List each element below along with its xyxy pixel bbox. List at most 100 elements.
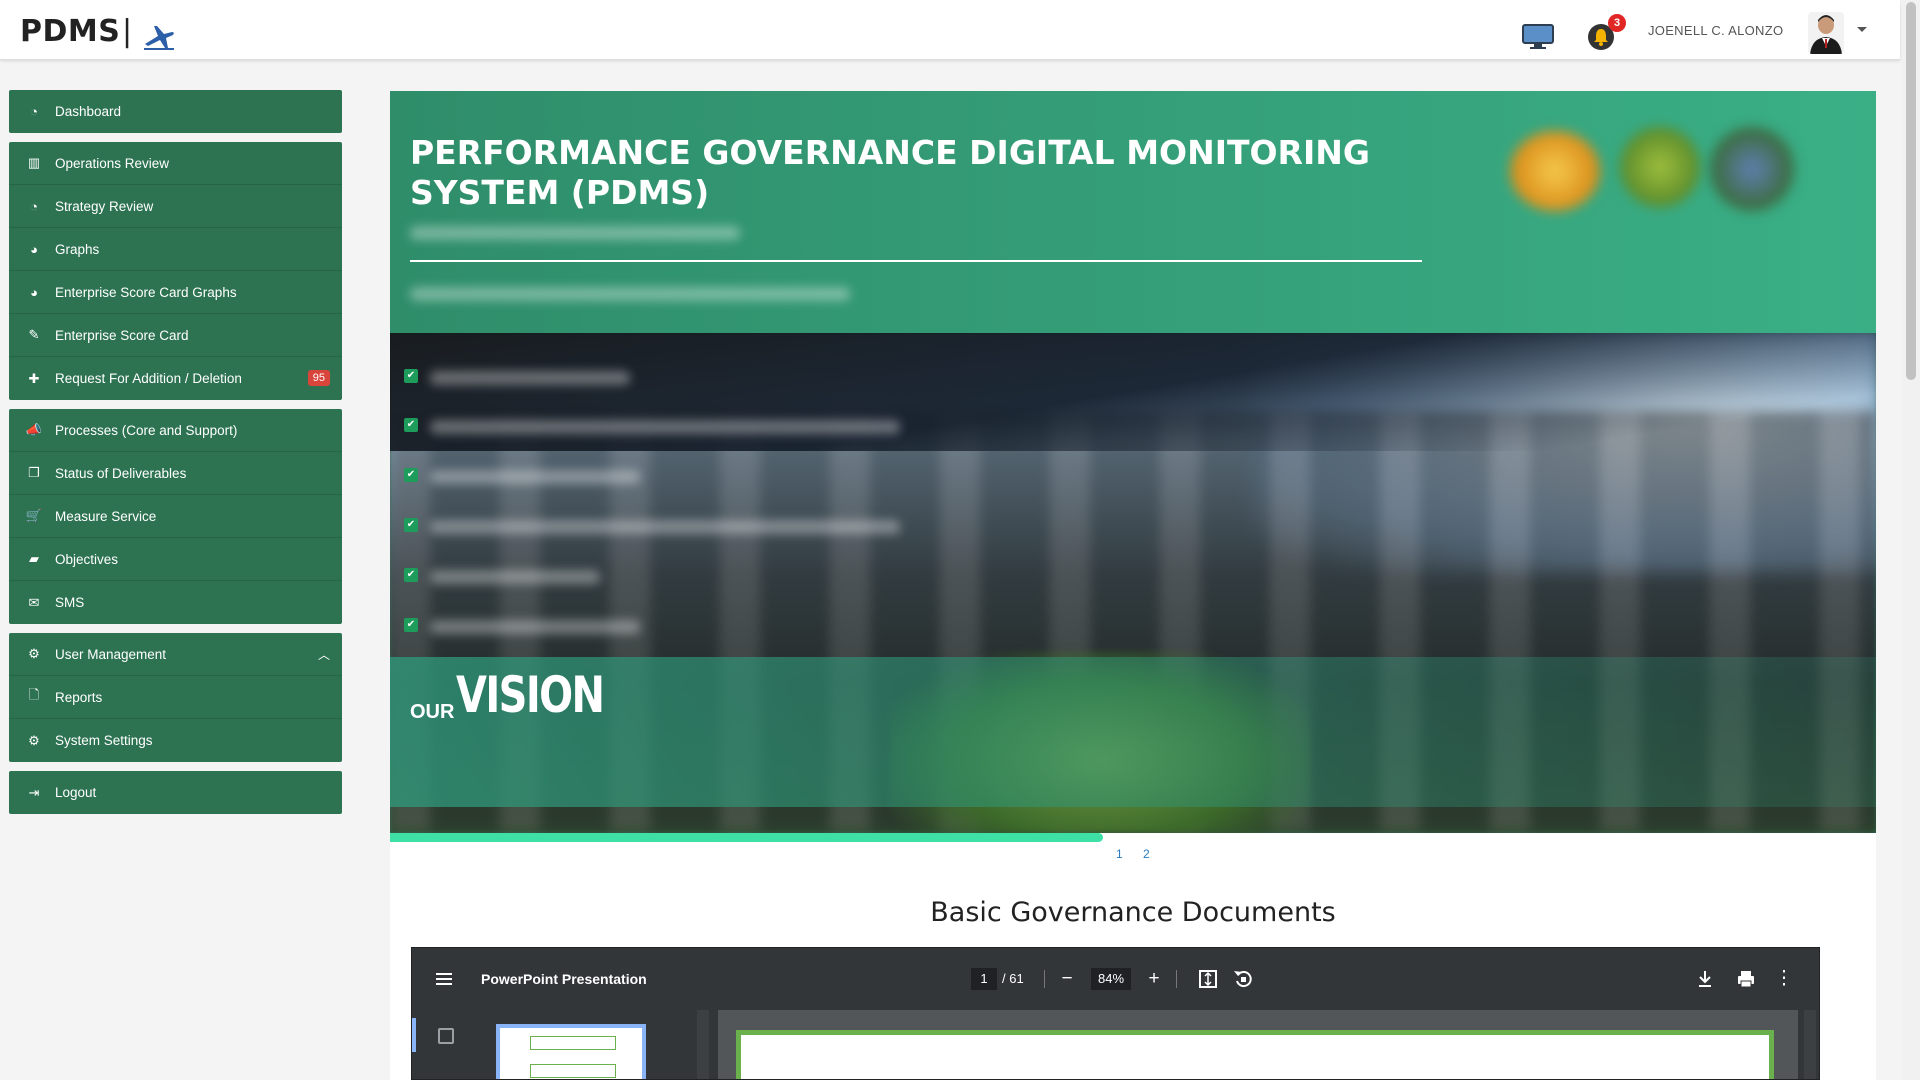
- pdf-document-title: PowerPoint Presentation: [481, 971, 647, 987]
- carousel-page-2[interactable]: 2: [1143, 847, 1150, 861]
- zoom-out-button[interactable]: −: [1054, 966, 1080, 992]
- blurred-line: [430, 420, 900, 434]
- blurred-line: [430, 520, 900, 534]
- sidebar-item-label: Request For Addition / Deletion: [55, 371, 242, 386]
- sidebar-item-user-management[interactable]: ⚙ User Management ︿: [9, 633, 342, 676]
- sidebar-item-label: Operations Review: [55, 155, 170, 171]
- sidebar-item-label: Graphs: [55, 241, 100, 257]
- brand-name[interactable]: PDMS: [20, 14, 120, 49]
- page-scrollbar-thumb[interactable]: [1906, 2, 1916, 380]
- sidebar-item-label: Objectives: [55, 551, 119, 567]
- sidebar-item-reports[interactable]: 🗋 Reports: [9, 676, 342, 719]
- checkbox-icon: ✔: [404, 568, 418, 582]
- sidebar-item-label: System Settings: [55, 733, 153, 748]
- toolbar-divider: [1176, 970, 1177, 988]
- notification-count-badge: 3: [1608, 14, 1626, 32]
- user-avatar[interactable]: [1808, 12, 1844, 54]
- carousel-page-1[interactable]: 1: [1116, 847, 1123, 861]
- gear-icon: ⚙: [28, 732, 40, 748]
- rotate-icon[interactable]: [1230, 966, 1256, 992]
- vision-prefix: OUR: [410, 701, 455, 723]
- chevron-up-icon[interactable]: ︿: [318, 646, 330, 663]
- sidebar-item-label: Measure Service: [55, 508, 157, 524]
- sidebar-item-label: Enterprise Score Card: [55, 327, 189, 343]
- sidebar-item-request-addition-deletion[interactable]: ✚ Request For Addition / Deletion 95: [9, 357, 342, 400]
- sidebar-item-objectives[interactable]: ▰ Objectives: [9, 538, 342, 581]
- sidebar-item-strategy-review[interactable]: ◔ Strategy Review: [9, 185, 342, 228]
- banner-title: PERFORMANCE GOVERNANCE DIGITAL MONITORIN…: [410, 133, 1370, 212]
- sidebar-item-sms[interactable]: ✉ SMS: [9, 581, 342, 624]
- thumbnail-content-box: [530, 1064, 616, 1078]
- sidebar-item-enterprise-score-card-graphs[interactable]: ◕ Enterprise Score Card Graphs: [9, 271, 342, 314]
- top-navbar: PDMS | 3 JOENELL C. ALONZO: [0, 0, 1900, 60]
- desktop-monitor-icon[interactable]: [1522, 24, 1554, 50]
- sidebar-item-system-settings[interactable]: ⚙ System Settings: [9, 719, 342, 762]
- checkbox-icon: ✔: [404, 518, 418, 532]
- toolbar-divider: [1044, 970, 1045, 988]
- dashboard-icon: ◔: [30, 104, 38, 119]
- sidebar-item-operations-review[interactable]: ▥ Operations Review: [9, 142, 342, 185]
- user-menu-caret-icon[interactable]: [1857, 27, 1867, 32]
- dashboard-icon: ◔: [30, 198, 38, 214]
- nav-group-processes: 📣 Processes (Core and Support) ❐ Status …: [9, 409, 342, 624]
- thumbnail-view-indicator: [412, 1018, 416, 1052]
- fit-to-page-icon[interactable]: [1195, 966, 1221, 992]
- sidebar-item-status-of-deliverables[interactable]: ❐ Status of Deliverables: [9, 452, 342, 495]
- nav-group-admin: ⚙ User Management ︿ 🗋 Reports ⚙ System S…: [9, 633, 342, 762]
- page-thumbnail-1[interactable]: [496, 1024, 646, 1079]
- pie-chart-icon: ◕: [30, 284, 38, 300]
- nav-group-reviews: ▥ Operations Review ◔ Strategy Review ◕ …: [9, 142, 342, 400]
- thumbnail-view-icon[interactable]: [438, 1028, 454, 1044]
- hamburger-menu-icon[interactable]: [436, 973, 452, 985]
- sidebar-item-measure-service[interactable]: 🛒 Measure Service: [9, 495, 342, 538]
- hero-carousel-slide[interactable]: PERFORMANCE GOVERNANCE DIGITAL MONITORIN…: [390, 91, 1876, 833]
- sidebar-item-label: Processes (Core and Support): [55, 422, 238, 438]
- airplane-logo-icon: [144, 26, 174, 50]
- sidebar-item-label: Enterprise Score Card Graphs: [55, 284, 237, 300]
- sidebar-item-enterprise-score-card[interactable]: ✎ Enterprise Score Card: [9, 314, 342, 357]
- gear-icon: ⚙: [28, 646, 40, 661]
- zoom-level-input[interactable]: 84%: [1091, 968, 1131, 990]
- envelope-icon: ✉: [28, 594, 40, 610]
- thumbnail-content-box: [530, 1036, 616, 1050]
- edit-icon: ✎: [28, 327, 40, 342]
- book-icon: ▰: [29, 551, 39, 566]
- sidebar-item-graphs[interactable]: ◕ Graphs: [9, 228, 342, 271]
- bar-chart-icon: ▥: [27, 155, 41, 170]
- blurred-subtitle: [410, 226, 740, 240]
- slide-progress-bar: [390, 833, 1103, 842]
- brand-separator: |: [122, 14, 133, 49]
- sidebar-item-label: Logout: [55, 785, 97, 800]
- sidebar-item-label: Strategy Review: [55, 198, 154, 214]
- section-title: Basic Governance Documents: [930, 897, 1336, 928]
- sidebar-item-processes[interactable]: 📣 Processes (Core and Support): [9, 409, 342, 452]
- user-name[interactable]: JOENELL C. ALONZO: [1648, 23, 1783, 38]
- zoom-in-button[interactable]: +: [1141, 966, 1167, 992]
- more-options-icon[interactable]: ⋮: [1771, 966, 1797, 992]
- checkbox-icon: ✔: [404, 618, 418, 632]
- thumbnail-scrollbar[interactable]: [697, 1010, 709, 1079]
- pdf-viewer[interactable]: PowerPoint Presentation 1 / 61 − 84% + ⋮: [411, 947, 1820, 1080]
- page-number-input[interactable]: 1: [971, 968, 997, 990]
- pdf-scrollbar[interactable]: [1804, 1010, 1816, 1079]
- pdf-toolbar: PowerPoint Presentation 1 / 61 − 84% + ⋮: [412, 948, 1819, 1010]
- checkbox-icon: ✔: [404, 468, 418, 482]
- sign-out-icon: ⇥: [28, 784, 40, 800]
- sidebar-item-label: Status of Deliverables: [55, 465, 187, 481]
- page-total: / 61: [1002, 971, 1024, 986]
- bell-icon: [1594, 29, 1608, 46]
- blurred-caption: [410, 287, 850, 301]
- logo-seal-3: [1710, 127, 1794, 211]
- bullhorn-icon: 📣: [25, 422, 43, 437]
- vision-band: [390, 657, 1876, 807]
- sidebar-item-logout[interactable]: ⇥ Logout: [9, 771, 342, 814]
- download-icon[interactable]: [1692, 966, 1718, 992]
- nav-group-main: ◔ Dashboard: [9, 90, 342, 133]
- checkbox-icon: ✔: [404, 369, 418, 383]
- checkbox-icon: ✔: [404, 418, 418, 432]
- print-icon[interactable]: [1733, 966, 1759, 992]
- request-count-badge: 95: [307, 370, 330, 386]
- sidebar-item-dashboard[interactable]: ◔ Dashboard: [9, 90, 342, 133]
- blurred-line: [430, 570, 600, 584]
- vision-heading: VISION: [456, 666, 605, 724]
